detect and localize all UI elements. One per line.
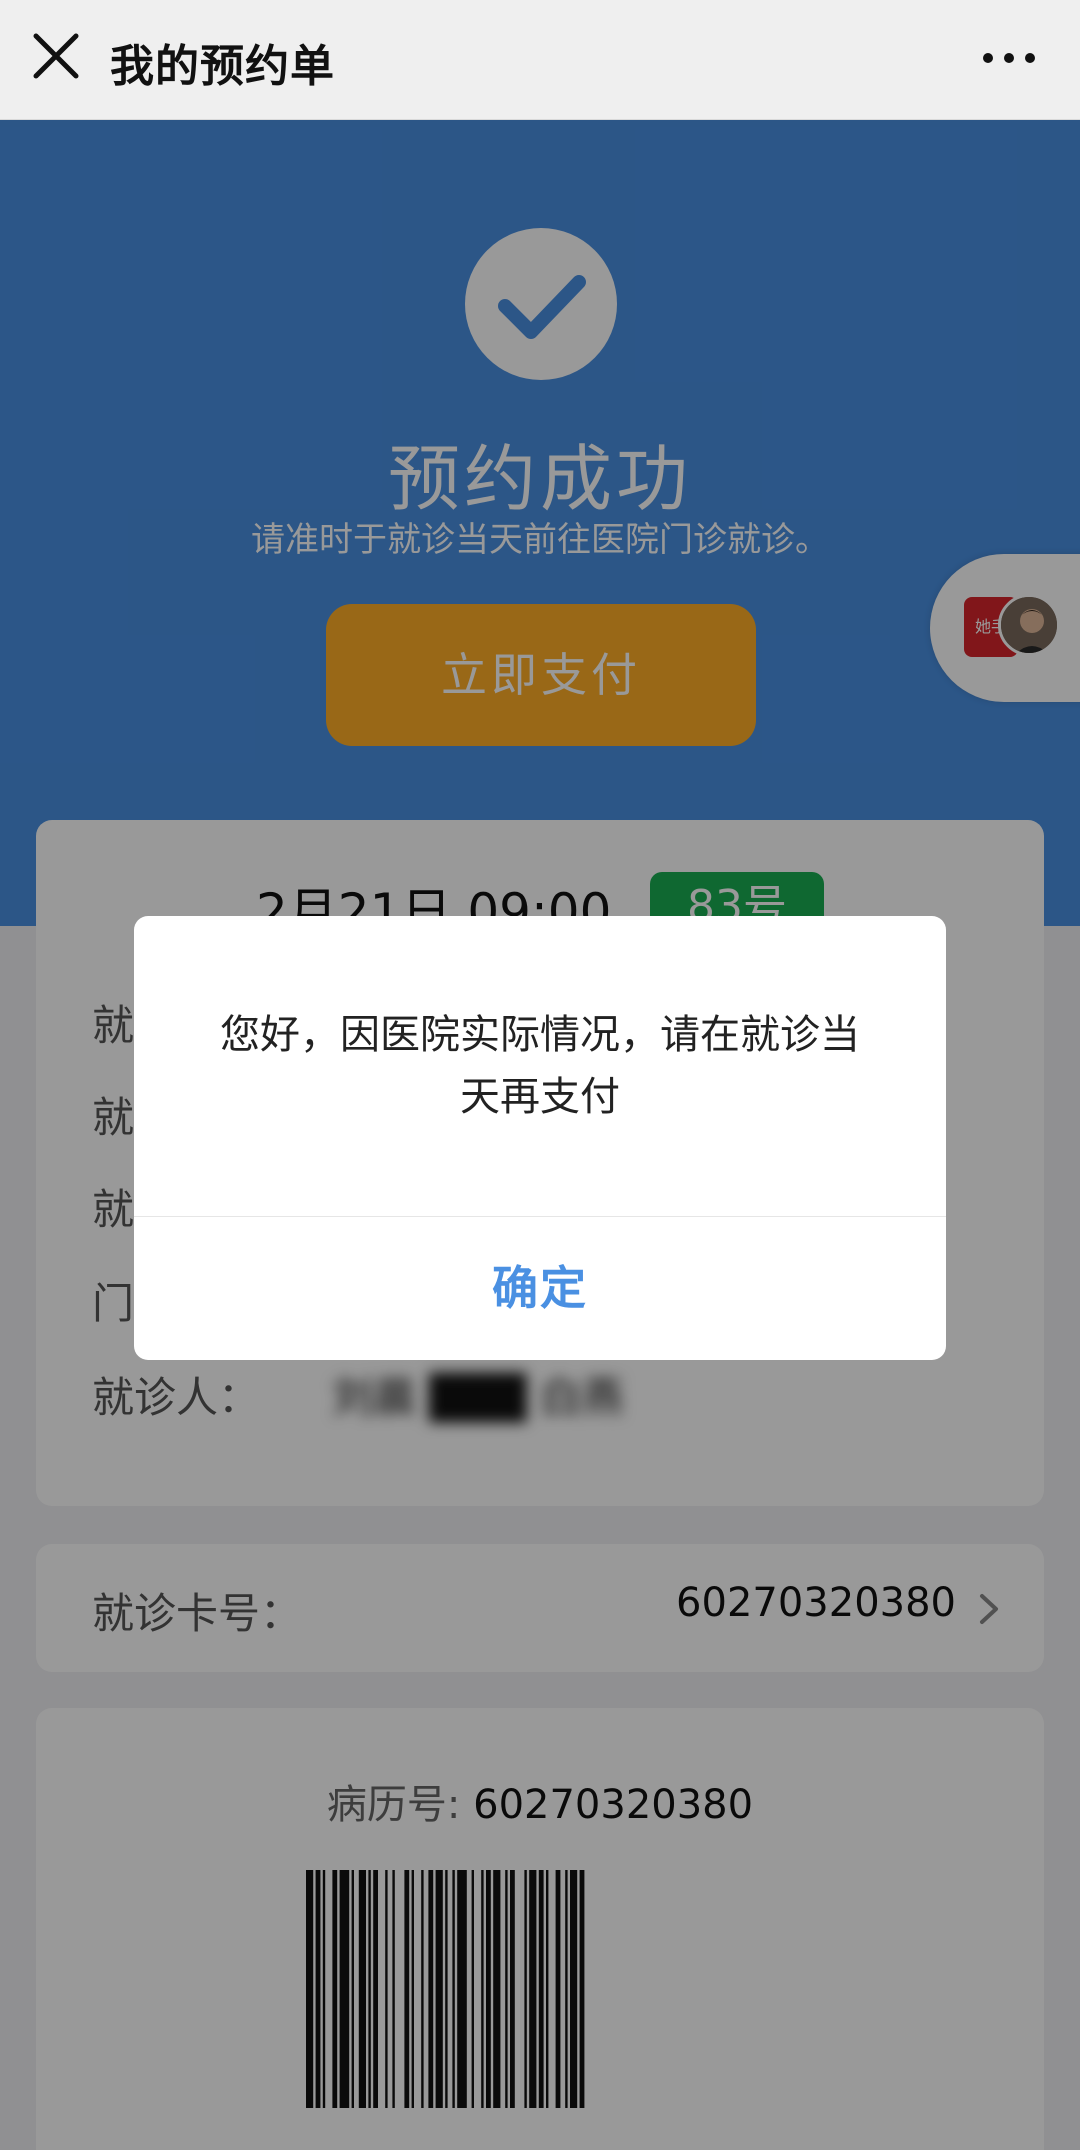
nav-bar: 我的预约单: [0, 0, 1080, 120]
alert-dialog: 您好，因医院实际情况，请在就诊当天再支付 确定: [134, 916, 946, 1360]
close-icon[interactable]: [28, 28, 84, 84]
dialog-message: 您好，因医院实际情况，请在就诊当天再支付: [220, 1012, 860, 1120]
confirm-button[interactable]: 确定: [134, 1216, 946, 1360]
more-options-icon[interactable]: [974, 30, 1044, 86]
page-title: 我的预约单: [110, 41, 335, 92]
